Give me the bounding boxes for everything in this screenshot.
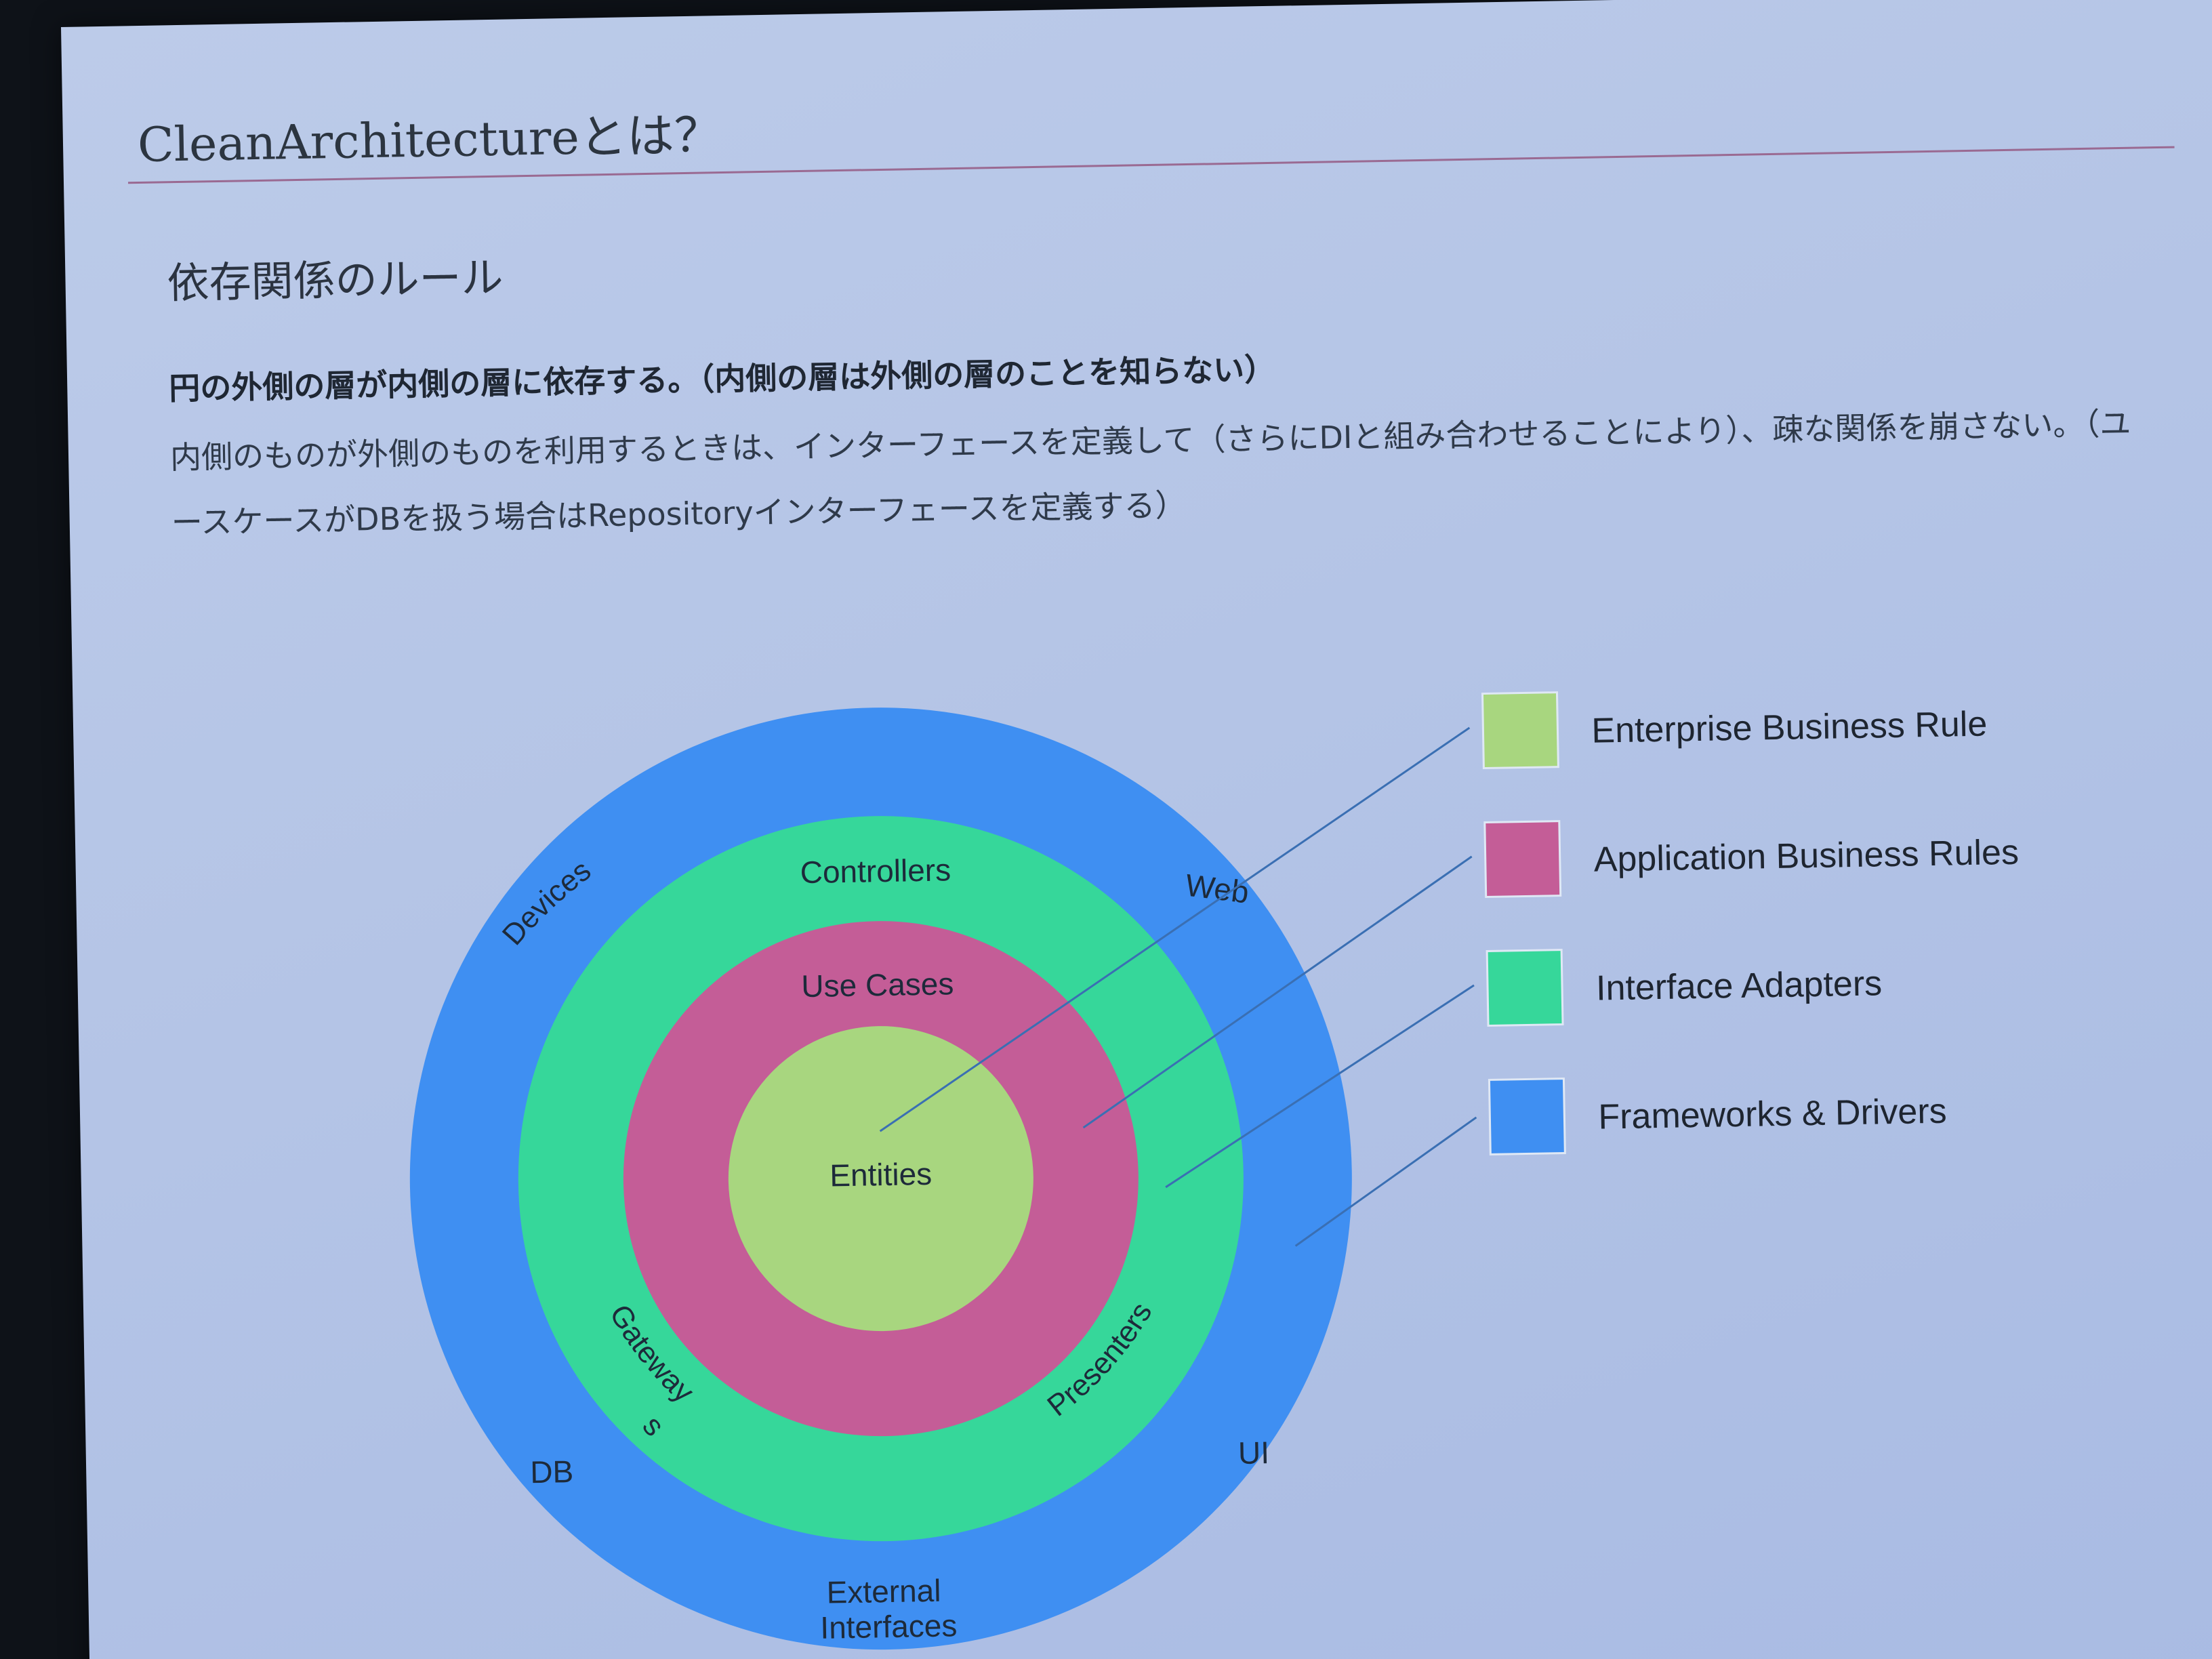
clean-architecture-diagram: Controllers Use Cases Entities Devices W… — [409, 691, 2019, 1650]
label-db: DB — [530, 1454, 574, 1490]
legend-swatch-frameworks — [1488, 1078, 1566, 1155]
legend-swatch-enterprise — [1481, 691, 1559, 770]
label-entities: Entities — [830, 1156, 933, 1193]
presentation-slide: CleanArchitectureとは？ 依存関係のルール 円の外側の層が内側の… — [61, 0, 2212, 1659]
label-use-cases: Use Cases — [801, 966, 954, 1004]
legend-label-application: Application Business Rules — [1593, 833, 2019, 880]
label-ui: UI — [1238, 1435, 1270, 1471]
photo-frame: CleanArchitectureとは？ 依存関係のルール 円の外側の層が内側の… — [0, 0, 2212, 1659]
legend-label-frameworks: Frameworks & Drivers — [1598, 1092, 1947, 1137]
label-external-interfaces: External Interfaces — [819, 1572, 958, 1645]
legend-label-enterprise: Enterprise Business Rule — [1591, 705, 1988, 751]
legend-label-adapters: Interface Adapters — [1596, 964, 1883, 1008]
label-controllers: Controllers — [800, 852, 951, 890]
legend: Enterprise Business Rule Application Bus… — [1481, 691, 2019, 1155]
legend-swatch-adapters — [1486, 949, 1564, 1027]
legend-swatch-application — [1483, 820, 1562, 899]
